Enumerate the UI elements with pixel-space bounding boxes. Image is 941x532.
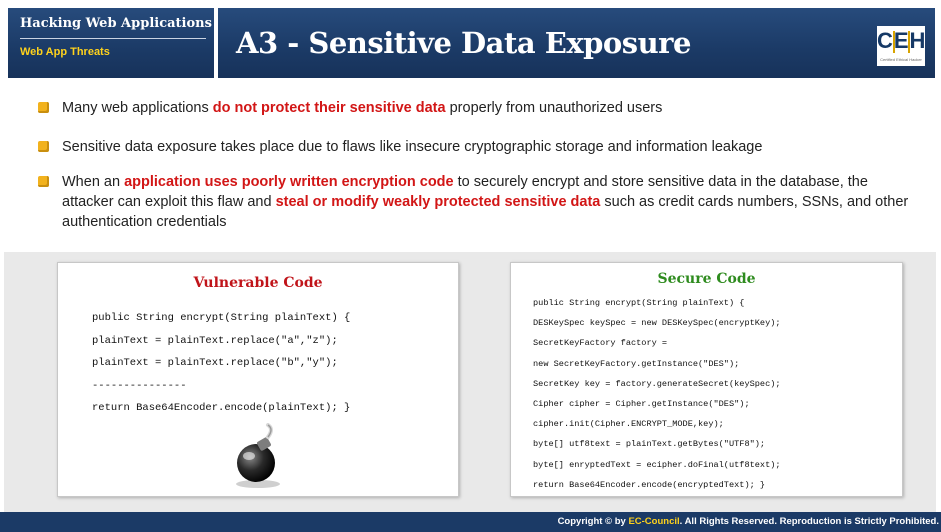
- vulnerable-code-block: public String encrypt(String plainText) …: [92, 307, 350, 420]
- vulnerable-code-box: Vulnerable Code public String encrypt(St…: [57, 262, 459, 497]
- code-line: public String encrypt(String plainText) …: [533, 298, 745, 308]
- bullet-text-part: Many web applications: [62, 100, 213, 116]
- logo-separator: [908, 31, 910, 53]
- code-line: plainText = plainText.replace("a","z");: [92, 334, 338, 347]
- code-line: SecretKey key = factory.generateSecret(k…: [533, 378, 781, 389]
- code-line: public String encrypt(String plainText) …: [92, 312, 351, 324]
- ceh-logo: CEH Certified Ethical Hacker: [877, 26, 925, 66]
- logo-separator: [893, 31, 895, 53]
- code-line: plainText = plainText.replace("b","y");: [92, 357, 338, 369]
- copyright-suffix: . All Rights Reserved. Reproduction is S…: [679, 516, 939, 527]
- code-line: byte[] enryptedText = ecipher.doFinal(ut…: [533, 459, 781, 470]
- header-divider: [214, 8, 218, 78]
- code-line: byte[] utf8text = plainText.getBytes("UT…: [533, 439, 766, 450]
- code-line: Cipher cipher = Cipher.getInstance("DES"…: [533, 399, 750, 410]
- secure-code-box: Secure Code public String encrypt(String…: [510, 262, 903, 497]
- bullet-highlight: do not protect their sensitive data: [212, 100, 446, 116]
- code-line: SecretKeyFactory factory =: [533, 338, 668, 349]
- secure-code-block: public String encrypt(String plainText) …: [533, 293, 781, 495]
- vulnerable-code-title: Vulnerable Code: [193, 275, 323, 291]
- footer-bar: Copyright © by EC-Council. All Rights Re…: [0, 512, 941, 532]
- secure-code-title: Secure Code: [657, 271, 756, 287]
- code-line: cipher.init(Cipher.ENCRYPT_MODE,key);: [533, 419, 724, 430]
- bullet-highlight: steal or modify weakly protected sensiti…: [275, 194, 601, 210]
- code-line: return Base64Encoder.encode(plainText); …: [92, 402, 351, 414]
- code-line: return Base64Encoder.encode(encryptedTex…: [533, 479, 766, 490]
- bullet-highlight: application uses poorly written encrypti…: [124, 174, 454, 190]
- bullet-text: Many web applications do not protect the…: [62, 98, 918, 118]
- bomb-icon: [236, 423, 280, 488]
- bullet-text-part: When an: [62, 174, 125, 190]
- bullet-icon: [38, 141, 49, 152]
- header-rule: [20, 38, 206, 39]
- module-title: Web App Threats: [20, 46, 110, 58]
- bullet-icon: [38, 102, 49, 113]
- header-banner: Hacking Web Applications Web App Threats…: [8, 8, 935, 78]
- bullet-icon: [38, 176, 49, 187]
- copyright-notice: Copyright © by EC-Council. All Rights Re…: [558, 516, 939, 527]
- bullet-text-part: Sensitive data exposure takes place due …: [62, 139, 763, 155]
- course-title: Hacking Web Applications: [20, 16, 212, 31]
- ec-council-brand: EC-Council: [628, 516, 680, 527]
- code-line: DESKeySpec keySpec = new DESKeySpec(encr…: [533, 318, 781, 329]
- slide-title: A3 - Sensitive Data Exposure: [236, 26, 691, 60]
- copyright-prefix: Copyright © by: [557, 516, 629, 527]
- bullet-text: When an application uses poorly written …: [62, 172, 918, 232]
- logo-letters: CEH: [877, 28, 927, 53]
- logo-tagline: Certified Ethical Hacker: [880, 57, 922, 62]
- bullet-text: Sensitive data exposure takes place due …: [62, 137, 918, 157]
- bullet-text-part: properly from unauthorized users: [445, 100, 663, 116]
- code-line: ---------------: [92, 379, 187, 392]
- code-line: new SecretKeyFactory.getInstance("DES");: [533, 358, 740, 369]
